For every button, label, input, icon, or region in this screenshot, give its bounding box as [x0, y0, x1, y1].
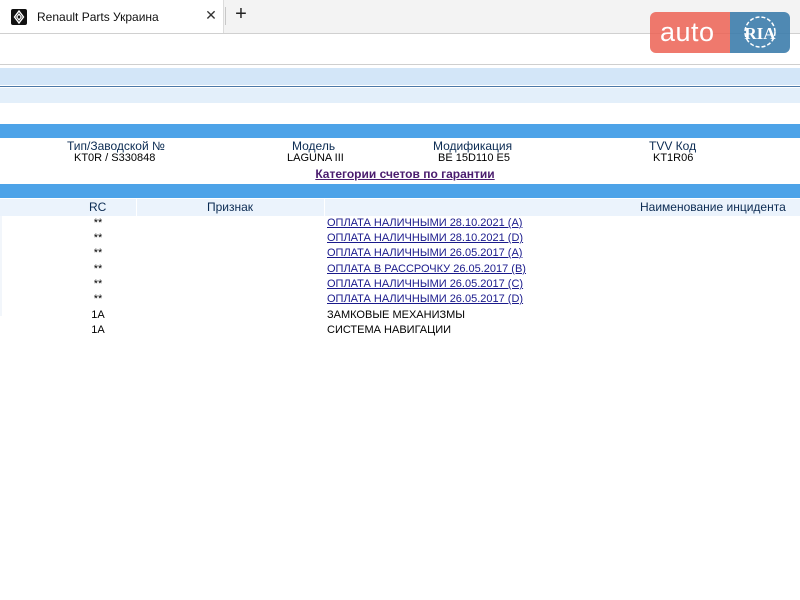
auto-ria-watermark: auto RIA	[650, 12, 790, 53]
column-header-incident: Наименование инцидента	[640, 200, 786, 214]
page-subheader-band	[0, 88, 800, 103]
vehicle-model-value: LAGUNA III	[287, 152, 344, 164]
renault-logo-icon	[11, 8, 27, 25]
vehicle-modification-header: Модификация	[433, 139, 513, 153]
row-rc: 1A	[91, 324, 105, 336]
vehicle-modification-value: BE 15D110 E5	[438, 152, 510, 164]
vehicle-model-header: Модель	[292, 139, 336, 153]
tab-separator	[225, 7, 226, 25]
watermark-ria-badge: RIA	[730, 12, 790, 53]
section-band-bottom	[0, 184, 800, 198]
warranty-categories-link[interactable]: Категории счетов по гарантии	[0, 167, 800, 181]
vehicle-info: Тип/Заводской № KT0R / S330848 Модель LA…	[0, 139, 800, 167]
incident-link[interactable]: ОПЛАТА НАЛИЧНЫМИ 26.05.2017 (A)	[327, 247, 522, 259]
incident-link[interactable]: ОПЛАТА НАЛИЧНЫМИ 28.10.2021 (A)	[327, 217, 522, 229]
incident-link[interactable]: ОПЛАТА НАЛИЧНЫМИ 26.05.2017 (D)	[327, 293, 523, 305]
vehicle-tvv-header: TVV Код	[649, 139, 697, 153]
column-divider	[324, 199, 325, 216]
row-rc: **	[93, 263, 103, 275]
page-header-band	[0, 68, 800, 85]
header-divider	[0, 86, 800, 87]
ria-logo-icon: RIA	[744, 16, 776, 48]
row-rc: **	[93, 217, 103, 229]
row-rc: **	[93, 247, 103, 259]
column-header-sign: Признак	[207, 200, 254, 214]
incident-link[interactable]: ОПЛАТА НАЛИЧНЫМИ 28.10.2021 (D)	[327, 232, 523, 244]
row-rc: 1A	[91, 309, 105, 321]
row-rc: **	[93, 232, 103, 244]
column-header-rc: RC	[89, 200, 107, 214]
tab-title: Renault Parts Украина	[37, 9, 159, 24]
column-divider	[136, 199, 137, 216]
row-rc: **	[93, 293, 103, 305]
table-row: ** ОПЛАТА НАЛИЧНЫМИ 26.05.2017 (C)	[0, 278, 800, 293]
incidents-table-header: RC Признак Наименование инцидента	[0, 199, 800, 216]
close-icon[interactable]: ✕	[204, 8, 218, 22]
incident-name: СИСТЕМА НАВИГАЦИИ	[327, 324, 452, 336]
row-rc: **	[93, 278, 103, 290]
watermark-auto-text: auto	[650, 12, 730, 53]
table-row: ** ОПЛАТА В РАССРОЧКУ 26.05.2017 (B)	[0, 263, 800, 278]
table-row: ** ОПЛАТА НАЛИЧНЫМИ 26.05.2017 (A)	[0, 247, 800, 262]
table-row: 1A СИСТЕМА НАВИГАЦИИ	[0, 324, 800, 339]
vehicle-type-header: Тип/Заводской №	[67, 139, 165, 153]
incident-link[interactable]: ОПЛАТА В РАССРОЧКУ 26.05.2017 (B)	[327, 263, 526, 275]
table-row: ** ОПЛАТА НАЛИЧНЫМИ 28.10.2021 (D)	[0, 232, 800, 247]
section-band-top	[0, 124, 800, 138]
browser-tab[interactable]: Renault Parts Украина ✕	[0, 0, 224, 33]
vehicle-type-value: KT0R / S330848	[74, 152, 156, 164]
plus-icon[interactable]: +	[233, 4, 249, 25]
watermark-ria-text: RIA	[744, 24, 776, 43]
table-row: ** ОПЛАТА НАЛИЧНЫМИ 28.10.2021 (A)	[0, 217, 800, 232]
incident-name: ЗАМКОВЫЕ МЕХАНИЗМЫ	[327, 309, 466, 321]
vehicle-tvv-value: KT1R06	[653, 152, 694, 164]
table-row: ** ОПЛАТА НАЛИЧНЫМИ 26.05.2017 (D)	[0, 293, 800, 308]
incident-link[interactable]: ОПЛАТА НАЛИЧНЫМИ 26.05.2017 (C)	[327, 278, 523, 290]
table-row: 1A ЗАМКОВЫЕ МЕХАНИЗМЫ	[0, 309, 800, 324]
